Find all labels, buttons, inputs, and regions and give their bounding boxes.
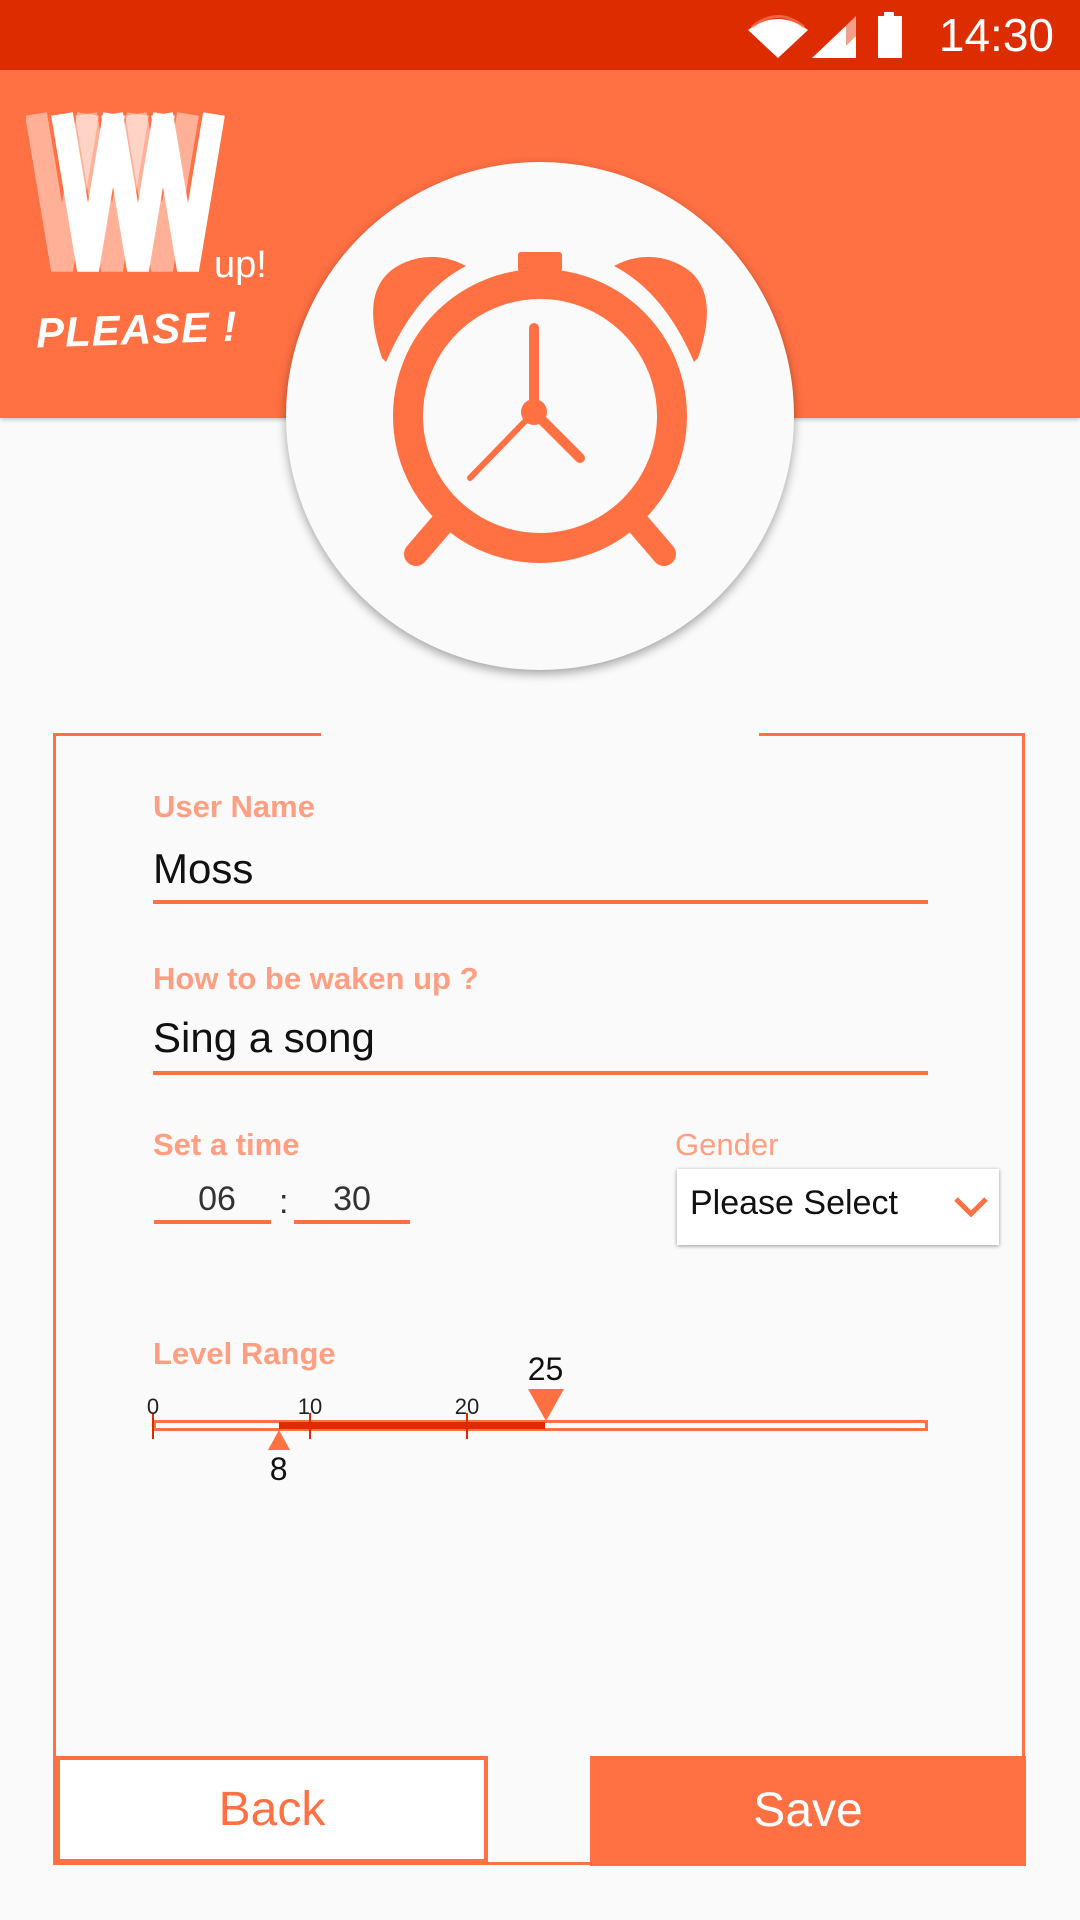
status-bar: 14:30: [0, 0, 1080, 70]
save-button[interactable]: Save: [590, 1756, 1026, 1866]
alarm-clock-icon: [373, 252, 707, 566]
wake-method-underline: [153, 1071, 928, 1075]
minute-underline: [294, 1220, 410, 1224]
status-time: 14:30: [938, 9, 1054, 61]
avatar-circle: [286, 162, 794, 670]
username-underline: [153, 900, 928, 904]
gender-select-value: Please Select: [690, 1184, 898, 1222]
logo-tagline: PLEASE !: [35, 302, 239, 357]
time-label: Set a time: [153, 1127, 300, 1162]
username-input[interactable]: Moss: [153, 845, 253, 893]
range-tick-label: 0: [146, 1394, 160, 1419]
wake-method-input[interactable]: Sing a song: [153, 1014, 375, 1062]
chevron-down-icon: [954, 1197, 988, 1218]
level-range-label: Level Range: [153, 1336, 336, 1371]
gender-select[interactable]: Please Select: [677, 1169, 999, 1245]
signal-icon: [812, 16, 856, 58]
level-range-fill: [278, 1422, 546, 1429]
back-button[interactable]: Back: [56, 1756, 488, 1863]
range-high-thumb[interactable]: [527, 1389, 564, 1423]
time-separator: :: [279, 1183, 289, 1221]
minute-input[interactable]: 30: [294, 1180, 410, 1219]
range-tick-label: 10: [297, 1394, 323, 1419]
wake-logo-icon: [26, 112, 225, 272]
form-card-top-border: [759, 733, 1025, 736]
range-high-value: 25: [527, 1351, 564, 1387]
battery-icon: [878, 12, 902, 58]
hour-input[interactable]: 06: [159, 1180, 275, 1219]
logo-up-text: up!: [214, 244, 267, 286]
gender-label: Gender: [675, 1127, 779, 1162]
range-tick-label: 20: [454, 1394, 480, 1419]
wifi-icon: [748, 15, 808, 58]
range-low-thumb[interactable]: [267, 1430, 290, 1450]
status-icons: [748, 12, 902, 58]
hour-underline: [154, 1220, 271, 1224]
wake-method-label: How to be waken up ?: [153, 961, 479, 996]
form-card-top-border: [53, 733, 321, 736]
range-low-value: 8: [269, 1451, 288, 1487]
username-label: User Name: [153, 789, 315, 824]
